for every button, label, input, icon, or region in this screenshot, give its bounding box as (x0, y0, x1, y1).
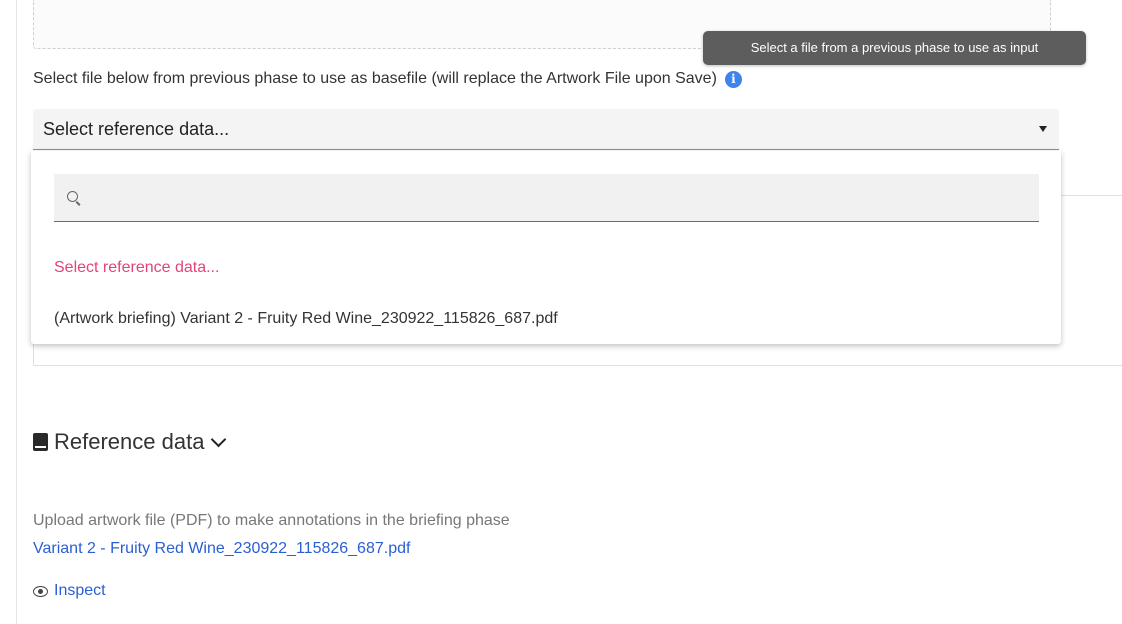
dropdown-option[interactable]: (Artwork briefing) Variant 2 - Fruity Re… (54, 310, 558, 328)
select-value: Select reference data... (43, 119, 230, 139)
eye-icon (33, 585, 48, 597)
divider (33, 365, 1122, 366)
tooltip: Select a file from a previous phase to u… (703, 31, 1086, 65)
inspect-label: Inspect (54, 582, 106, 599)
select-dropdown: Select reference data... (Artwork briefi… (31, 151, 1061, 344)
basefile-helper: Select file below from previous phase to… (33, 70, 742, 88)
search-icon (67, 191, 78, 202)
reference-description: Upload artwork file (PDF) to make annota… (33, 512, 510, 529)
reference-data-select[interactable]: Select reference data... (33, 109, 1059, 150)
book-icon (33, 433, 48, 451)
left-divider (16, 0, 17, 624)
caret-down-icon (1039, 126, 1047, 132)
divider (1060, 195, 1122, 196)
inspect-link[interactable]: Inspect (33, 582, 106, 600)
dropdown-search (54, 174, 1039, 222)
file-link[interactable]: Variant 2 - Fruity Red Wine_230922_11582… (33, 540, 410, 558)
chevron-down-icon (211, 431, 227, 447)
search-input[interactable] (90, 174, 1024, 222)
info-icon[interactable] (724, 70, 742, 88)
basefile-helper-text: Select file below from previous phase to… (33, 70, 717, 87)
dropdown-option[interactable]: Select reference data... (54, 259, 219, 277)
section-title: Reference data (54, 429, 205, 454)
reference-data-toggle[interactable]: Reference data (33, 429, 227, 455)
